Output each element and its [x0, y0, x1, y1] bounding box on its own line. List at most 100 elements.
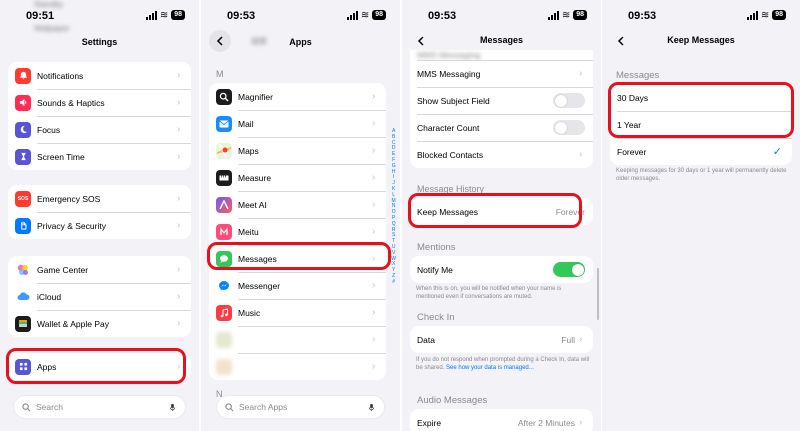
row-label: Show Subject Field — [417, 95, 490, 106]
game-center-icon — [15, 261, 31, 278]
chevron-right-icon: › — [372, 199, 376, 210]
app-item-maps[interactable]: Maps › — [209, 137, 386, 164]
check-in-data-row[interactable]: Data Full › — [410, 326, 593, 353]
cellular-signal-icon — [547, 10, 559, 20]
search-placeholder: Search Apps — [239, 402, 288, 412]
row-label: MMS Messaging — [417, 50, 481, 60]
scrolled-row-peek: Wallpaper — [34, 24, 70, 33]
section-header: Check In — [417, 312, 455, 323]
alphabet-index[interactable]: A B C D E F G H I J K L M N O P Q R S T U V W X Y Z # — [391, 128, 396, 286]
list-row-peek: MMS Messaging — [410, 50, 593, 60]
chevron-right-icon: › — [372, 145, 376, 156]
blocked-contacts-row[interactable]: Blocked Contacts › — [410, 141, 593, 168]
hand-icon — [15, 217, 31, 234]
microphone-icon[interactable] — [168, 403, 177, 412]
app-item-label: Maps — [238, 145, 259, 156]
notify-me-toggle[interactable] — [553, 262, 585, 277]
wifi-icon: ≋ — [760, 9, 770, 21]
app-item-music[interactable]: Music › — [209, 299, 386, 326]
app-item-magnifier[interactable]: Magnifier › — [209, 83, 386, 110]
app-item-blurred[interactable]: › — [209, 353, 386, 380]
settings-item-wallet[interactable]: Wallet & Apple Pay › — [8, 310, 191, 337]
battery-indicator: 98 — [372, 10, 386, 20]
expire-row[interactable]: Expire After 2 Minutes › — [410, 409, 593, 431]
app-item-label: Mail — [238, 118, 254, 129]
search-input[interactable]: Search — [14, 396, 185, 418]
search-placeholder: Search — [36, 402, 63, 412]
settings-item-focus[interactable]: Focus › — [8, 116, 191, 143]
row-label: Data — [417, 334, 435, 345]
microphone-icon[interactable] — [367, 403, 376, 412]
status-bar: 09:53 ≋ 98 — [201, 0, 400, 30]
row-label: Character Count — [417, 122, 480, 133]
section-footer: When this is on, you will be notified wh… — [416, 286, 562, 300]
option-forever[interactable]: Forever ✓ — [610, 138, 792, 165]
wifi-icon: ≋ — [159, 9, 169, 21]
character-count-toggle[interactable] — [553, 120, 585, 135]
row-label: MMS Messaging — [417, 68, 481, 79]
section-header: Messages — [616, 70, 660, 81]
app-item-label: Meet AI — [238, 199, 267, 210]
show-subject-toggle[interactable] — [553, 93, 585, 108]
chevron-right-icon: › — [177, 264, 181, 275]
settings-group-2: SOS Emergency SOS › Privacy & Security › — [8, 185, 191, 239]
section-footer: If you do not respond when prompted duri… — [416, 357, 591, 372]
magnifier-icon — [216, 88, 232, 105]
settings-item-emergency-sos[interactable]: SOS Emergency SOS › — [8, 185, 191, 212]
settings-item-label: iCloud — [37, 291, 62, 302]
app-item-mail[interactable]: Mail › — [209, 110, 386, 137]
app-item-messenger[interactable]: Messenger › — [209, 272, 386, 299]
settings-item-notifications[interactable]: Notifications › — [8, 62, 191, 89]
cloud-icon — [15, 288, 31, 305]
sos-icon: SOS — [15, 190, 31, 207]
page-title: Settings — [81, 37, 118, 47]
data-managed-link[interactable]: See how your data is managed... — [446, 365, 534, 371]
wifi-icon: ≋ — [360, 9, 370, 21]
chevron-right-icon: › — [579, 417, 583, 428]
page-title: Keep Messages — [667, 35, 735, 45]
search-apps-input[interactable]: Search Apps — [217, 396, 384, 418]
chevron-right-icon: › — [177, 193, 181, 204]
notify-me-row: Notify Me — [410, 256, 593, 283]
settings-item-label: Wallet & Apple Pay — [37, 318, 109, 329]
hourglass-icon — [15, 148, 31, 165]
meitu-icon — [216, 223, 232, 240]
row-label: Notify Me — [417, 264, 453, 275]
row-label: Blocked Contacts — [417, 149, 484, 160]
settings-item-screen-time[interactable]: Screen Time › — [8, 143, 191, 170]
settings-item-label: Notifications — [37, 70, 84, 81]
status-time: 09:53 — [227, 10, 256, 22]
mail-icon — [216, 115, 232, 132]
settings-item-label: Emergency SOS — [37, 193, 101, 204]
chevron-right-icon: › — [177, 151, 181, 162]
app-item-blurred[interactable]: › — [209, 326, 386, 353]
scroll-indicator[interactable] — [597, 268, 599, 320]
app-item-label: Messenger — [238, 280, 281, 291]
app-item-meet-ai[interactable]: Meet AI › — [209, 191, 386, 218]
app-item-measure[interactable]: Measure › — [209, 164, 386, 191]
app-icon — [216, 331, 232, 348]
settings-item-privacy[interactable]: Privacy & Security › — [8, 212, 191, 239]
music-icon — [216, 304, 232, 321]
search-icon — [225, 402, 234, 411]
app-item-label: Meitu — [238, 226, 259, 237]
battery-indicator: 98 — [171, 10, 185, 20]
mms-messaging-row[interactable]: MMS Messaging › — [410, 60, 593, 87]
alphabet-index-letter[interactable]: # — [391, 279, 396, 286]
maps-icon — [216, 142, 232, 159]
chevron-right-icon: › — [372, 91, 376, 102]
app-item-meitu[interactable]: Meitu › — [209, 218, 386, 245]
highlight-box — [207, 242, 391, 270]
app-item-label: Magnifier — [238, 91, 273, 102]
character-count-row: Character Count — [410, 114, 593, 141]
app-item-label: Measure — [238, 172, 272, 183]
settings-group-1: Notifications › Sounds & Haptics › Focus… — [8, 62, 191, 170]
chevron-right-icon: › — [372, 280, 376, 291]
settings-item-game-center[interactable]: Game Center › — [8, 256, 191, 283]
cellular-signal-icon — [746, 10, 758, 20]
row-label: Expire — [417, 417, 442, 428]
settings-item-icloud[interactable]: iCloud › — [8, 283, 191, 310]
settings-item-sounds[interactable]: Sounds & Haptics › — [8, 89, 191, 116]
chevron-right-icon: › — [372, 226, 376, 237]
meet-ai-icon — [216, 196, 232, 213]
